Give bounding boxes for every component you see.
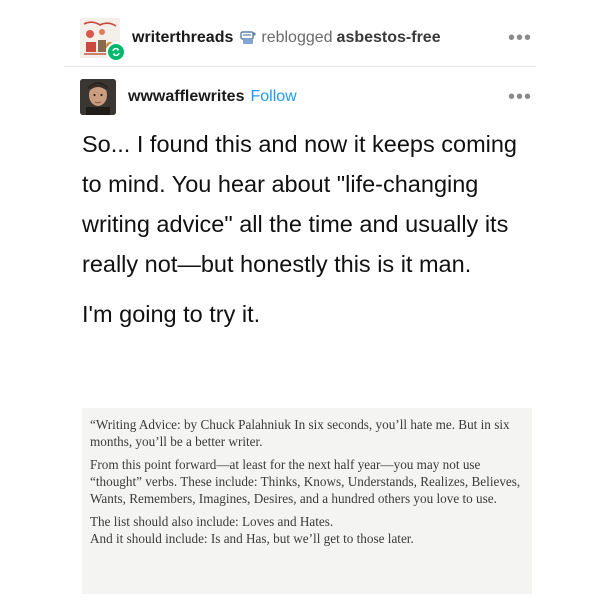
follow-button[interactable]: Follow [250,88,296,106]
post-more-options-icon[interactable]: ••• [508,87,532,107]
author-avatar[interactable] [80,79,116,115]
tumblr-post: writerthreads reblogged asbestos-free ••… [0,0,600,600]
header-divider [64,66,536,67]
quote-paragraph: “Writing Advice: by Chuck Palahniuk In s… [90,417,510,449]
author-avatar-art [80,79,116,115]
quote-paragraph: The list should also include: Loves and … [90,514,414,546]
post-body: So... I found this and now it keeps comi… [82,124,532,334]
reblog-badge-icon [106,42,126,62]
reblog-icon [240,31,256,44]
reblogger-avatar[interactable] [80,18,126,62]
quoted-text-image[interactable]: “Writing Advice: by Chuck Palahniuk In s… [82,408,532,594]
author-username[interactable]: wwwafflewrites [128,88,244,106]
reblog-line: writerthreads reblogged asbestos-free [132,28,441,48]
quote-paragraph: From this point forward—at least for the… [90,457,521,506]
reblogger-username[interactable]: writerthreads [132,28,233,48]
reblog-source-username[interactable]: asbestos-free [337,28,441,48]
post-paragraph: So... I found this and now it keeps comi… [82,131,518,277]
reblogged-verb: reblogged [261,29,333,46]
post-author-row: wwwafflewrites Follow ••• [80,76,540,118]
more-options-icon[interactable]: ••• [508,28,532,48]
reblog-header: writerthreads reblogged asbestos-free ••… [80,14,540,62]
post-paragraph: I'm going to try it. [82,301,261,327]
